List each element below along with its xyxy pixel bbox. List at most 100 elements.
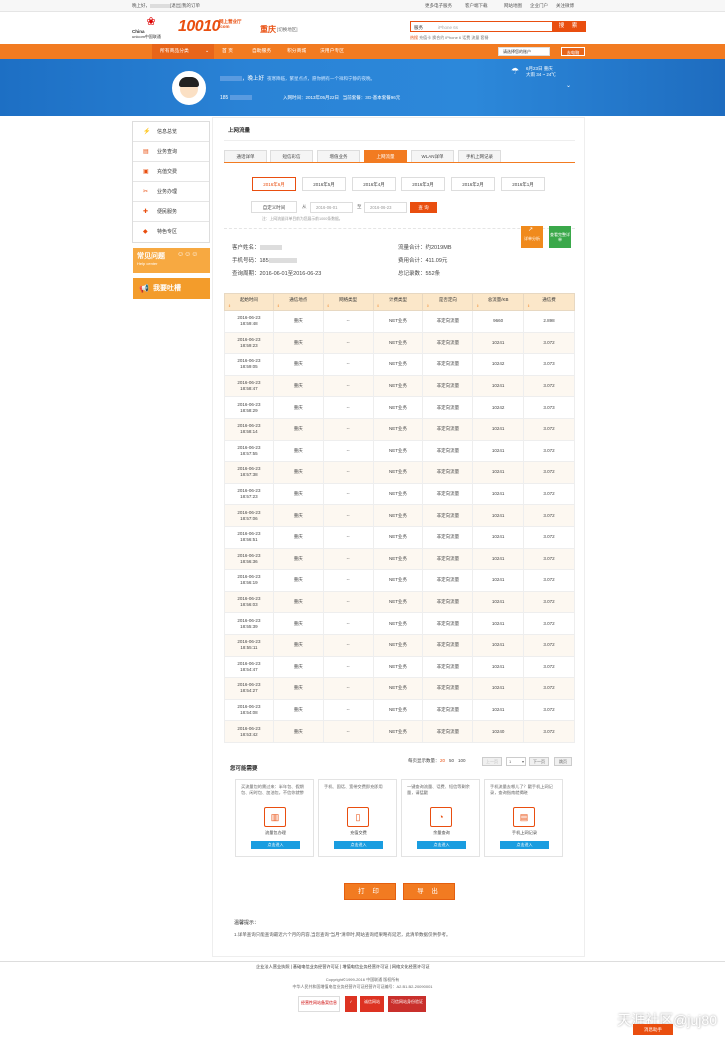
recharge-icon: ▣ (143, 169, 149, 175)
hotline-logo[interactable]: 10010 (178, 18, 221, 36)
query-button[interactable]: 查 询 (410, 202, 437, 213)
cell-total-flow: 10241 (472, 439, 525, 463)
client-download-link[interactable]: 客户端下载 (465, 3, 488, 9)
month-2016-03[interactable]: 2016年3月 (401, 177, 445, 191)
sort-icon[interactable]: ⇕ (423, 304, 472, 308)
credit-website-badge[interactable]: 诚信网站 (360, 996, 384, 1012)
cell-location: 重庆 (272, 439, 324, 463)
trusted-website-badge[interactable]: 可信网站身份验证 (388, 996, 426, 1012)
card-enter-button[interactable]: 点击进入 (500, 841, 549, 849)
table-body: 2016-06-23 18:59:48 重庆 -- NET业务 非定向流量 9660 2.89… (224, 310, 575, 743)
my-orders-link[interactable]: 我的订单 (182, 3, 200, 9)
sort-icon[interactable]: ⇕ (225, 304, 273, 308)
follow-weibo-link[interactable]: 关注微博 (556, 3, 574, 9)
jump-page-button[interactable]: 跳页 (554, 757, 572, 766)
col-start-time[interactable]: 起始时间 ⇕ (224, 293, 274, 311)
avatar[interactable] (172, 71, 206, 105)
sort-icon[interactable]: ⇕ (524, 304, 574, 308)
sidebar-item-feature[interactable]: ◆ 特色专区 (133, 222, 209, 242)
tab-mobile-web-record[interactable]: 手机上网记录 (458, 150, 501, 162)
all-categories-menu[interactable]: 所有商品分类 ⌄ (152, 44, 214, 59)
site-map-link[interactable]: 网站地图 (504, 3, 522, 9)
logout-link[interactable]: [退出] (170, 3, 182, 9)
tips-text: 1.详单查询只能查询最近六个月的内容,当您查询"当月"清单时,网站查询结果略有延… (234, 932, 451, 937)
month-2016-05[interactable]: 2016年5月 (302, 177, 346, 191)
faq-banner[interactable]: 常见问题 Help center ☺☺☺ (133, 248, 210, 273)
sort-icon[interactable]: ⇕ (374, 304, 423, 308)
sidebar-item-recharge[interactable]: ▣ 充值交费 (133, 162, 209, 182)
per-page-50[interactable]: 50 (449, 758, 454, 763)
chevron-down-icon[interactable]: ⌄ (566, 82, 571, 89)
message-helper-button[interactable]: 消息助手 (633, 1024, 673, 1035)
view-full-detail-badge[interactable]: 查看完整详单 (549, 226, 571, 248)
sidebar-item-label: 业务办理 (157, 189, 178, 195)
cell-time: 18:56:51 (240, 537, 258, 543)
account-select[interactable]: 请选择您的账户 (498, 47, 550, 56)
detail-analysis-badge[interactable]: ↗ 详单分析 (521, 226, 543, 248)
enterprise-portal-link[interactable]: 企业门户 (530, 3, 548, 9)
search-scope-select[interactable]: 服务 (414, 25, 423, 31)
col-directional[interactable]: 是否定向 ⇕ (422, 293, 474, 311)
search-button[interactable]: 搜 索 (553, 21, 586, 32)
tab-sms-mms[interactable]: 短信彩信 (270, 150, 313, 162)
sort-icon[interactable]: ⇕ (274, 304, 323, 308)
to-date-input[interactable]: 2016-06-23 (364, 202, 407, 213)
cell-location: 重庆 (272, 677, 324, 700)
cell-total-flow: 10241 (472, 331, 525, 355)
hot-words[interactable]: 充值卡 换合约 iPhone 6 话费 流量 套餐 (419, 35, 488, 40)
tab-data-usage[interactable]: 上网流量 (364, 150, 407, 162)
card-enter-button[interactable]: 点击进入 (334, 841, 383, 849)
custom-time-button[interactable]: 自定义时间 (251, 201, 297, 213)
next-page-button[interactable]: 下一页 (529, 757, 549, 766)
col-fee[interactable]: 通信费 ⇕ (523, 293, 575, 311)
col-location[interactable]: 通信地点 ⇕ (272, 293, 324, 311)
cell-billing-type: NET业务 (372, 569, 424, 592)
tab-wlan-detail[interactable]: WLAN详单 (411, 150, 454, 162)
sidebar-item-handle[interactable]: ✂ 业务办理 (133, 182, 209, 202)
masked-username (150, 4, 170, 8)
month-2016-01[interactable]: 2016年1月 (501, 177, 545, 191)
prev-page-button[interactable]: 上一页 (482, 757, 502, 766)
record-info-badge[interactable]: 经营性网站备案信息 (298, 996, 340, 1012)
sort-icon[interactable]: ⇕ (473, 304, 523, 308)
search-input[interactable]: 服务 iPhone 6s (410, 21, 553, 32)
nav-item-wo-zone[interactable]: 沃用户专区 (320, 44, 344, 59)
cell-billing-type: NET业务 (372, 504, 424, 527)
col-total-flow[interactable]: 总流量/KB ⇕ (472, 293, 525, 311)
login-button[interactable]: 去电脑 (561, 47, 585, 56)
per-page-20[interactable]: 20 (440, 758, 445, 763)
shield-icon: ✓ (345, 996, 357, 1012)
tab-value-added[interactable]: 增值业务 (317, 150, 360, 162)
per-page-100[interactable]: 100 (458, 758, 466, 763)
nav-item-home[interactable]: 首 页 (222, 44, 233, 59)
you-may-need-title: 您可能需要 (230, 766, 258, 772)
more-eservices-link[interactable]: 更多电子服务 (425, 3, 452, 9)
export-button[interactable]: 导 出 (403, 883, 455, 900)
from-date-input[interactable]: 2016-06-01 (310, 202, 353, 213)
sort-icon[interactable]: ⇕ (324, 304, 373, 308)
col-billing-type[interactable]: 计费类型 ⇕ (372, 293, 424, 311)
nav-item-points-mall[interactable]: 积分商城 (287, 44, 306, 59)
cell-total-flow: 10241 (472, 633, 525, 657)
month-2016-02[interactable]: 2016年2月 (451, 177, 495, 191)
nav-item-self-service[interactable]: 自助服务 (252, 44, 271, 59)
page-select[interactable]: 1 ▾ (506, 757, 526, 766)
tab-call-detail[interactable]: 通话详单 (224, 150, 267, 162)
cell-network-type: -- (322, 417, 374, 441)
cell-start-time: 2016-06-23 18:56:51 (224, 525, 274, 549)
cell-time: 18:54:47 (240, 666, 258, 672)
footer-links[interactable]: 企业法人营业执照 | 基础电信业务经营许可证 | 增值电信业务经营许可证 | 网… (256, 964, 430, 970)
complain-banner[interactable]: 📢 我要吐槽 (133, 278, 210, 299)
card-enter-button[interactable]: 点击进入 (251, 841, 300, 849)
col-network-type[interactable]: 网络类型 ⇕ (322, 293, 374, 311)
cell-time: 18:55:39 (240, 623, 258, 629)
sidebar-item-service[interactable]: ✚ 便民服务 (133, 202, 209, 222)
month-2016-06[interactable]: 2016年6月 (252, 177, 296, 191)
card-enter-button[interactable]: 点击进入 (417, 841, 466, 849)
month-2016-04[interactable]: 2016年4月 (352, 177, 396, 191)
sidebar-item-info[interactable]: ⚡ 信息总览 (133, 122, 209, 142)
print-button[interactable]: 打 印 (344, 883, 396, 900)
china-unicom-logo[interactable]: ❀ China unicom中国联通 (132, 17, 172, 40)
sidebar-item-query[interactable]: ▤ 业务查询 (133, 142, 209, 162)
switch-city-link[interactable]: [切换地区] (277, 27, 298, 33)
